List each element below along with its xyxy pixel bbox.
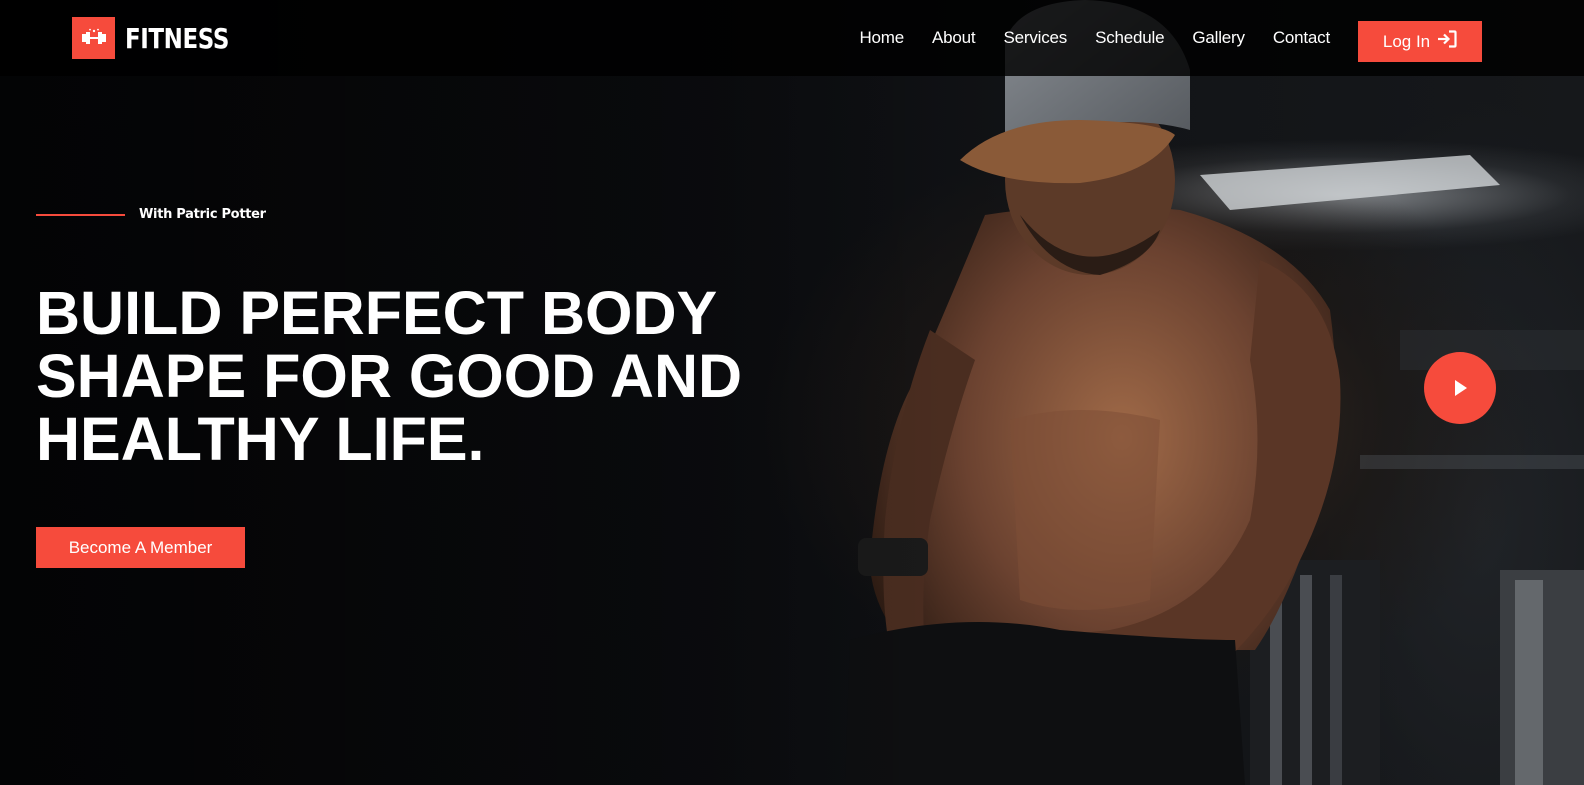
play-icon — [1455, 380, 1467, 396]
main-nav: Home About Services Schedule Gallery Con… — [859, 28, 1330, 48]
tagline-text: With Patric Potter — [139, 207, 266, 222]
headline-line-2: SHAPE FOR GOOD AND — [36, 342, 743, 410]
hero-headline: BUILD PERFECT BODY SHAPE FOR GOOD AND HE… — [36, 282, 796, 471]
tagline-divider — [36, 213, 125, 216]
nav-schedule[interactable]: Schedule — [1095, 28, 1164, 48]
become-member-button[interactable]: Become A Member — [36, 527, 245, 568]
headline-line-3: HEALTHY LIFE. — [36, 405, 485, 473]
nav-services[interactable]: Services — [1003, 28, 1067, 48]
headline-line-1: BUILD PERFECT BODY — [36, 279, 718, 347]
login-button[interactable]: Log In — [1358, 21, 1482, 62]
hero-tagline: With Patric Potter — [36, 207, 266, 222]
brand-logo[interactable]: FITNESS — [72, 17, 252, 59]
site-header: FITNESS Home About Services Schedule Gal… — [0, 0, 1584, 76]
brand-name: FITNESS — [125, 21, 229, 55]
nav-about[interactable]: About — [932, 28, 976, 48]
play-video-button[interactable] — [1424, 352, 1496, 424]
page: FITNESS Home About Services Schedule Gal… — [0, 0, 1584, 785]
nav-contact[interactable]: Contact — [1273, 28, 1330, 48]
dumbbell-icon — [72, 17, 115, 59]
login-button-label: Log In — [1382, 31, 1431, 51]
nav-home[interactable]: Home — [859, 28, 904, 48]
nav-gallery[interactable]: Gallery — [1192, 28, 1245, 48]
sign-in-icon — [1437, 30, 1457, 53]
